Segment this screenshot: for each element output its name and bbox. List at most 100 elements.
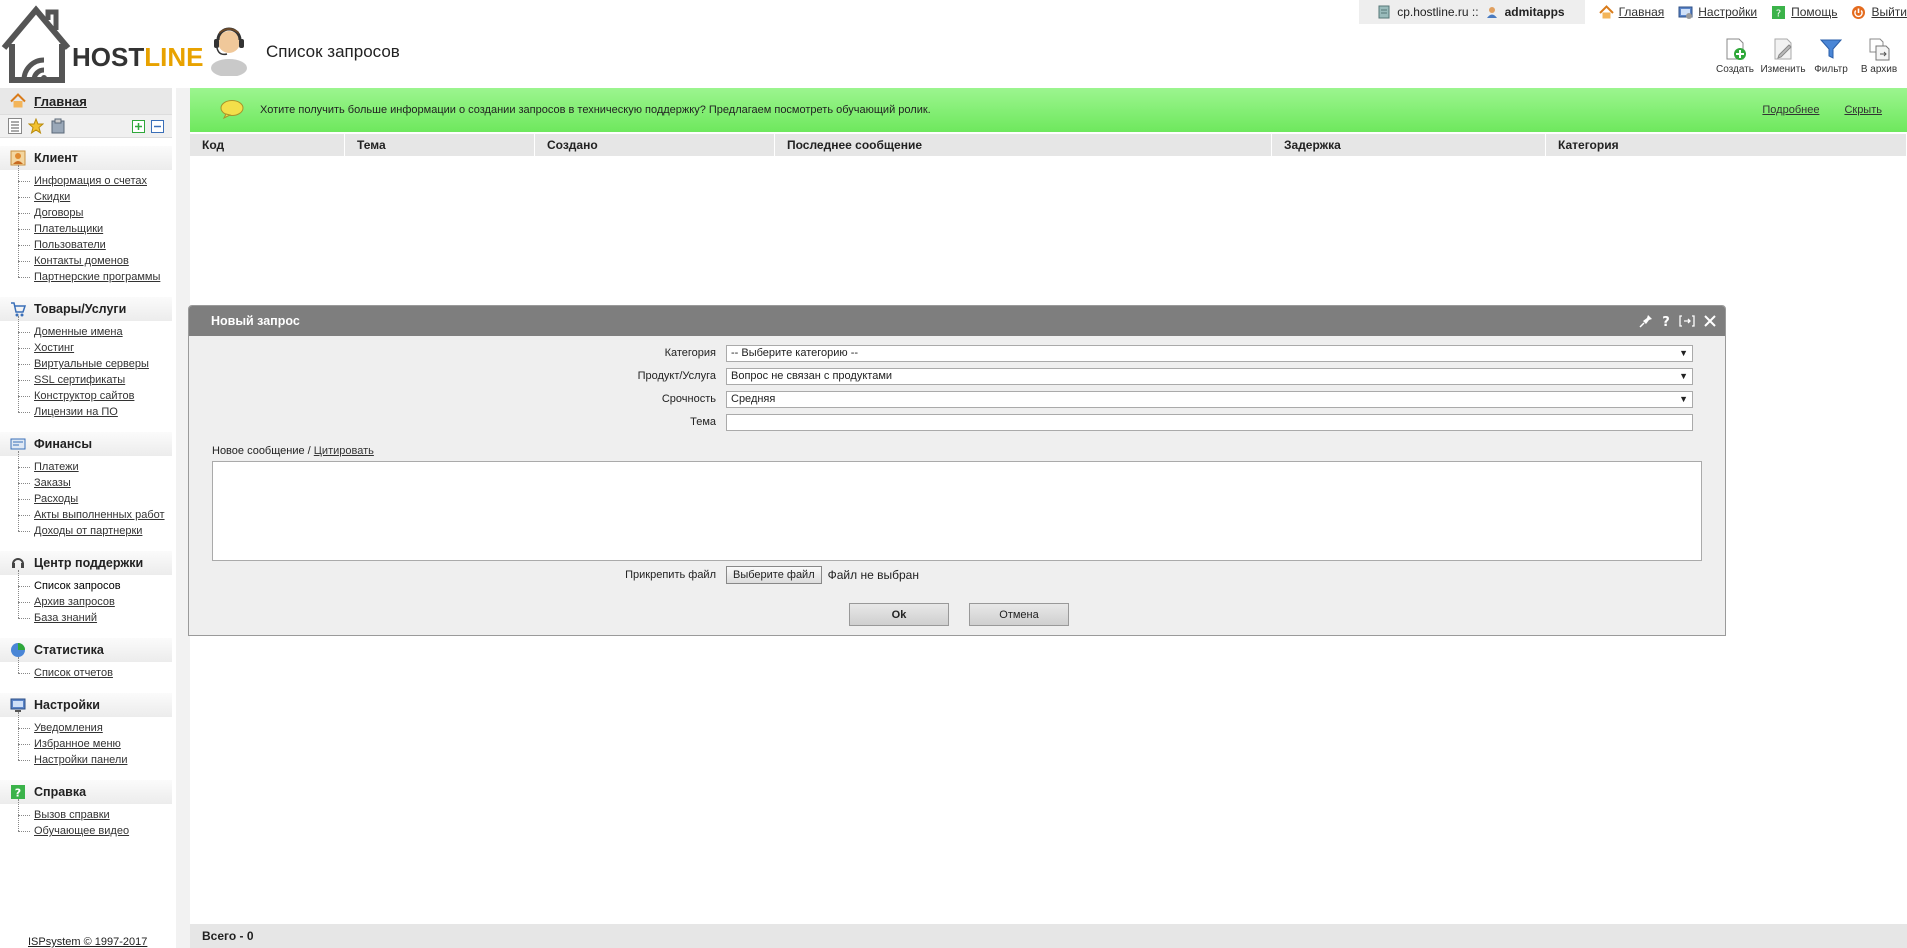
sidebar-item-reports[interactable]: Список отчетов — [18, 657, 172, 681]
column-delay[interactable]: Задержка — [1272, 134, 1546, 156]
product-select-value: Вопрос не связан с продуктами — [731, 370, 893, 382]
logo-house-icon — [1, 5, 71, 83]
sidebar-item-call-help[interactable]: Вызов справки — [18, 799, 172, 823]
sidebar-item-domains[interactable]: Доменные имена — [18, 316, 172, 340]
top-link-help-label[interactable]: Помощь — [1791, 5, 1837, 19]
sidebar-item-payments[interactable]: Платежи — [18, 451, 172, 475]
sidebar-item-expenses[interactable]: Расходы — [18, 483, 172, 507]
top-link-settings[interactable]: Настройки — [1678, 5, 1757, 20]
sidebar-item-orders[interactable]: Заказы — [18, 467, 172, 491]
quote-link[interactable]: Цитировать — [314, 445, 374, 457]
menu-tree-icon[interactable] — [8, 118, 22, 134]
sidebar-item-partner-programs[interactable]: Партнерские программы — [18, 261, 172, 285]
toolbar-create-button[interactable]: Создать — [1713, 36, 1757, 75]
sidebar-item-ticket-list[interactable]: Список запросов — [18, 570, 172, 594]
sidebar-group-help: ? Справка Вызов справки Обучающее видео — [0, 780, 172, 843]
sidebar-item-discounts[interactable]: Скидки — [18, 181, 172, 205]
sidebar-item-domain-contacts[interactable]: Контакты доменов — [18, 245, 172, 269]
category-select[interactable]: -- Выберите категорию -- ▼ — [726, 344, 1693, 362]
client-icon — [10, 150, 26, 166]
maximize-icon[interactable] — [1679, 314, 1695, 328]
sidebar-item-licenses[interactable]: Лицензии на ПО — [18, 396, 172, 420]
message-label-row: Новое сообщение / Цитировать — [212, 445, 374, 457]
sidebar-item-users[interactable]: Пользователи — [18, 229, 172, 253]
sidebar-group-stats: Статистика Список отчетов — [0, 638, 172, 685]
sidebar-item-panel-settings[interactable]: Настройки панели — [18, 744, 172, 768]
server-icon — [1378, 5, 1390, 19]
column-code[interactable]: Код — [190, 134, 345, 156]
sidebar-tools — [0, 114, 172, 138]
category-row: Категория -- Выберите категорию -- ▼ — [189, 344, 1727, 362]
dialog-titlebar[interactable]: Новый запрос ? — [189, 306, 1725, 336]
svg-text:?: ? — [1662, 315, 1670, 328]
banner-hide-link[interactable]: Скрыть — [1844, 104, 1882, 116]
banner-message: Хотите получить больше информации о созд… — [260, 104, 931, 116]
choose-file-button[interactable]: Выберите файл — [726, 566, 822, 584]
sidebar-item-accounts[interactable]: Информация о счетах — [18, 165, 172, 189]
sidebar-group-header[interactable]: Товары/Услуги — [0, 297, 172, 321]
column-subject[interactable]: Тема — [345, 134, 535, 156]
column-category[interactable]: Категория — [1546, 134, 1907, 156]
top-link-home[interactable]: Главная — [1598, 4, 1665, 20]
toolbar-archive-button[interactable]: В архив — [1857, 36, 1901, 75]
sidebar-item-notifications[interactable]: Уведомления — [18, 712, 172, 736]
toolbar-archive-label: В архив — [1860, 64, 1898, 75]
sidebar-group-header[interactable]: Центр поддержки — [0, 551, 172, 575]
sidebar-home-label[interactable]: Главная — [34, 94, 87, 109]
top-link-logout-label[interactable]: Выйти — [1871, 5, 1907, 19]
sidebar-group-products: Товары/Услуги Доменные имена Хостинг Вир… — [0, 297, 172, 424]
message-textarea[interactable] — [212, 461, 1702, 561]
dialog-title: Новый запрос — [211, 314, 300, 328]
clipboard-icon[interactable] — [50, 118, 66, 134]
column-last-message[interactable]: Последнее сообщение — [775, 134, 1272, 156]
sidebar-group-header[interactable]: Клиент — [0, 146, 172, 170]
toolbar-create-label: Создать — [1715, 64, 1754, 75]
ok-button[interactable]: Ok — [849, 603, 949, 626]
sidebar-item-acts[interactable]: Акты выполненных работ — [18, 499, 172, 523]
toolbar-filter-button[interactable]: Фильтр — [1809, 36, 1853, 75]
sidebar-item-site-builder[interactable]: Конструктор сайтов — [18, 380, 172, 404]
sidebar-item-partner-income[interactable]: Доходы от партнерки — [18, 515, 172, 539]
top-link-settings-label[interactable]: Настройки — [1698, 5, 1757, 19]
favorites-star-icon[interactable] — [28, 118, 44, 134]
subject-input[interactable] — [726, 413, 1693, 431]
sidebar-group-header[interactable]: Статистика — [0, 638, 172, 662]
copyright-link[interactable]: ISPsystem © 1997-2017 — [28, 936, 147, 948]
sidebar: Главная Клиент Информация о счетах Скидк… — [0, 88, 172, 948]
help-icon[interactable]: ? — [1661, 314, 1671, 328]
create-icon — [1726, 38, 1746, 60]
sidebar-item-payers[interactable]: Плательщики — [18, 213, 172, 237]
urgency-select[interactable]: Средняя ▼ — [726, 390, 1693, 408]
product-select[interactable]: Вопрос не связан с продуктами ▼ — [726, 367, 1693, 385]
toolbar-edit-button[interactable]: Изменить — [1760, 36, 1806, 75]
sidebar-item-ticket-archive[interactable]: Архив запросов — [18, 586, 172, 610]
column-created[interactable]: Создано — [535, 134, 775, 156]
cancel-button[interactable]: Отмена — [969, 603, 1069, 626]
top-link-logout[interactable]: Выйти — [1851, 5, 1907, 20]
sidebar-item-contracts[interactable]: Договоры — [18, 197, 172, 221]
sidebar-group-header[interactable]: Настройки — [0, 693, 172, 717]
sidebar-item-knowledge-base[interactable]: База знаний — [18, 602, 172, 626]
collapse-all-icon[interactable] — [151, 119, 164, 133]
expand-all-icon[interactable] — [132, 119, 145, 133]
sidebar-item-hosting[interactable]: Хостинг — [18, 332, 172, 356]
header: HOSTLINE Список запросов cp.hostline.ru … — [0, 0, 1907, 88]
archive-icon — [1869, 38, 1890, 61]
logo-text-host: HOST — [72, 42, 145, 72]
sidebar-item-ssl[interactable]: SSL сертификаты — [18, 364, 172, 388]
sidebar-item-favorites-menu[interactable]: Избранное меню — [18, 728, 172, 752]
sidebar-item-vps[interactable]: Виртуальные серверы — [18, 348, 172, 372]
home-icon — [10, 93, 26, 108]
banner-more-link[interactable]: Подробнее — [1762, 104, 1819, 116]
sidebar-home[interactable]: Главная — [0, 88, 172, 114]
sidebar-group-header[interactable]: ? Справка — [0, 780, 172, 804]
sidebar-group-header[interactable]: Финансы — [0, 432, 172, 456]
sidebar-item-tutorial-video[interactable]: Обучающее видео — [18, 815, 172, 839]
top-link-help[interactable]: ? Помощь — [1771, 5, 1837, 20]
close-icon[interactable] — [1703, 314, 1717, 328]
top-link-home-label[interactable]: Главная — [1619, 5, 1665, 19]
pin-icon[interactable] — [1639, 314, 1653, 328]
speech-bubble-icon — [220, 99, 244, 122]
settings-icon — [10, 698, 26, 712]
hostline-logo[interactable]: HOSTLINE — [0, 4, 203, 84]
